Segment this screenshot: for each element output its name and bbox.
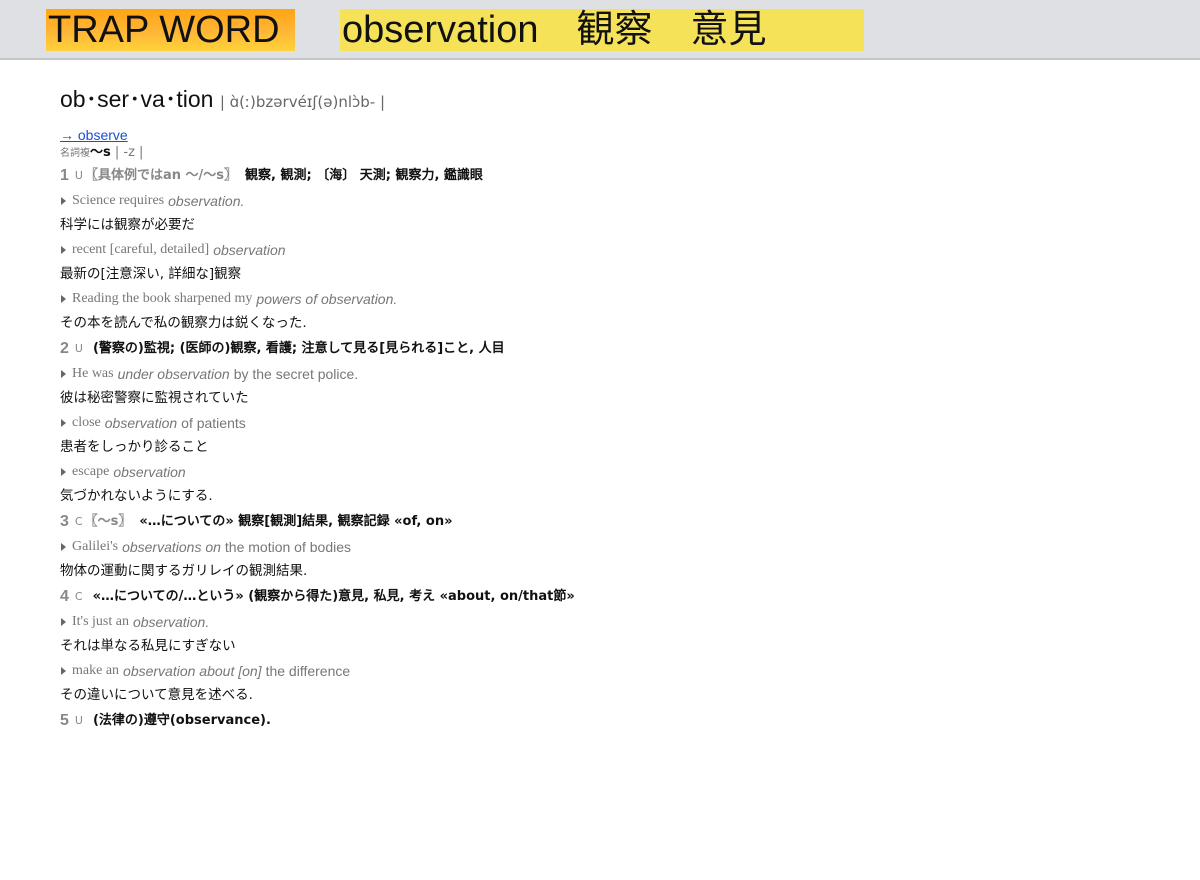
example-translation: 気づかれないようにする.: [60, 488, 213, 504]
example-text: escape: [72, 464, 110, 479]
triangle-bullet-icon: [61, 468, 66, 476]
xref-link-observe[interactable]: → observe: [60, 127, 128, 143]
example-text: It's just an: [72, 614, 129, 629]
sense-3: 3 C 〖〜s〗 «…についての» 観察[観測]結果, 観察記録 «of, on»: [60, 509, 1160, 535]
example-highlight: observation: [104, 415, 178, 431]
example-translation: その違いについて意見を述べる.: [60, 687, 253, 703]
sense-code: U: [74, 169, 83, 182]
banner-word: observation: [342, 9, 539, 51]
example-sentence: Reading the book sharpened my powers of o…: [60, 287, 1160, 311]
example-text: close: [72, 415, 101, 430]
banner-meaning-1: 観察: [576, 9, 653, 51]
example-text: Galilei's: [72, 539, 119, 554]
dictionary-entry: ob･ser･va･tion | ɑ̀(ː)bzərvéɪʃ(ə)nlɔ̀b- …: [60, 82, 1160, 734]
sense-4: 4 C «…についての/…という» (観察から得た)意見, 私見, 考え «abou…: [60, 584, 1160, 610]
example-highlight: observation: [213, 242, 286, 258]
example-text: Reading the book sharpened my: [72, 291, 253, 306]
triangle-bullet-icon: [61, 370, 66, 378]
entry-header: ob･ser･va･tion | ɑ̀(ː)bzərvéɪʃ(ə)nlɔ̀b- …: [60, 82, 1160, 119]
top-banner: TRAP WORD observation 観察 意見: [0, 0, 1200, 60]
example-sentence: escape observation: [60, 460, 1160, 484]
sense-number: 2: [60, 340, 69, 357]
example-text: Science requires: [72, 193, 165, 208]
pronunciation: | ɑ̀(ː)bzərvéɪʃ(ə)nlɔ̀b- |: [219, 93, 386, 111]
sense-definition: «…についての/…という» (観察から得た)意見, 私見, 考え «about,…: [92, 589, 575, 604]
sense-definition: (法律の)遵守(observance).: [92, 713, 271, 728]
example-text-tail: of patients: [181, 415, 246, 431]
example-sentence: It's just an observation.: [60, 610, 1160, 634]
example-highlight: observation.: [132, 614, 210, 630]
triangle-bullet-icon: [61, 197, 66, 205]
triangle-bullet-icon: [61, 246, 66, 254]
sense-code: C: [74, 590, 83, 603]
trap-word-title: observation 観察 意見: [340, 9, 864, 51]
example-highlight: observation.: [168, 193, 245, 209]
triangle-bullet-icon: [61, 419, 66, 427]
example-translation: 物体の運動に関するガリレイの観測結果.: [60, 563, 308, 579]
example-translation: その本を読んで私の観察力は鋭くなった.: [60, 315, 307, 331]
sense-list: 1 U 〖具体例ではan 〜/〜s〗 観察, 観測; 〔海〕 天測; 観察力, 鑑識眼…: [60, 163, 1160, 734]
sense-5: 5 U (法律の)遵守(observance).: [60, 708, 1160, 734]
sense-2: 2 U (警察の)監視; (医師の)観察, 看護; 注意して見る[見られる]こと, …: [60, 336, 1160, 362]
triangle-bullet-icon: [61, 543, 66, 551]
triangle-bullet-icon: [61, 667, 66, 675]
inflection-pronunciation: | -z |: [110, 145, 144, 160]
example-highlight: observation: [113, 464, 186, 480]
example-translation: 彼は秘密警察に監視されていた: [60, 390, 249, 406]
example-highlight: observation about [on]: [123, 663, 262, 679]
sense-number: 1: [60, 167, 69, 184]
triangle-bullet-icon: [61, 618, 66, 626]
inflection-form: 〜s: [90, 145, 111, 160]
example-sentence: close observation of patients: [60, 411, 1160, 435]
banner-meaning-2: 意見: [690, 9, 767, 51]
example-translation: 患者をしっかり診ること: [60, 439, 209, 455]
sense-1: 1 U 〖具体例ではan 〜/〜s〗 観察, 観測; 〔海〕 天測; 観察力, 鑑識眼: [60, 163, 1160, 189]
triangle-bullet-icon: [61, 295, 66, 303]
sense-code: C: [74, 515, 83, 528]
example-sentence: Science requires observation.: [60, 189, 1160, 213]
sense-number: 5: [60, 712, 69, 729]
example-translation: それは単なる私見にすぎない: [60, 638, 236, 654]
sense-number: 3: [60, 513, 69, 530]
example-sentence: make an observation about [on] the differe…: [60, 659, 1160, 683]
example-highlight: under observation: [117, 366, 230, 382]
sense-definition: (警察の)監視; (医師の)観察, 看護; 注意して見る[見られる]こと, 人目: [92, 341, 505, 356]
inflection-line: 名詞複〜s | -z |: [60, 144, 1160, 163]
trap-word-label: TRAP WORD: [46, 9, 295, 51]
sense-label: 〖具体例ではan 〜/〜s〗: [84, 168, 238, 183]
example-text-tail: the difference: [265, 663, 351, 679]
example-translation: 最新の[注意深い, 詳細な]観察: [60, 266, 242, 282]
example-text: make an: [72, 663, 120, 678]
sense-definition: «…についての» 観察[観測]結果, 観察記録 «of, on»: [139, 514, 453, 529]
example-text-tail: the motion of bodies: [224, 539, 352, 555]
sense-code: U: [74, 342, 83, 355]
headword: ob･ser･va･tion: [60, 86, 214, 112]
example-text: He was: [72, 366, 114, 381]
inflection-label: 名詞複: [60, 148, 90, 159]
sense-label: 〖〜s〗: [84, 514, 132, 529]
sense-number: 4: [60, 588, 69, 605]
example-translation: 科学には観察が必要だ: [60, 217, 195, 233]
example-sentence: Galilei's observations on the motion of bo…: [60, 535, 1160, 559]
example-highlight: observations on: [122, 539, 221, 555]
sense-code: U: [74, 714, 83, 727]
example-text: recent [careful, detailed]: [72, 242, 210, 257]
example-sentence: recent [careful, detailed] observation: [60, 238, 1160, 262]
example-sentence: He was under observation by the secret pol…: [60, 362, 1160, 386]
example-text-tail: by the secret police.: [233, 366, 359, 382]
sense-definition: 観察, 観測; 〔海〕 天測; 観察力, 鑑識眼: [245, 168, 483, 183]
example-highlight: powers of observation.: [256, 291, 398, 307]
